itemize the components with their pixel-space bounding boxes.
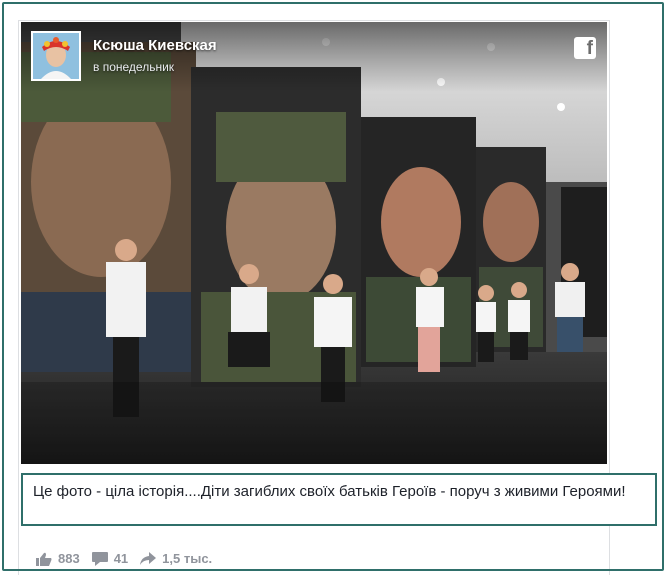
- outer-frame: [2, 2, 664, 571]
